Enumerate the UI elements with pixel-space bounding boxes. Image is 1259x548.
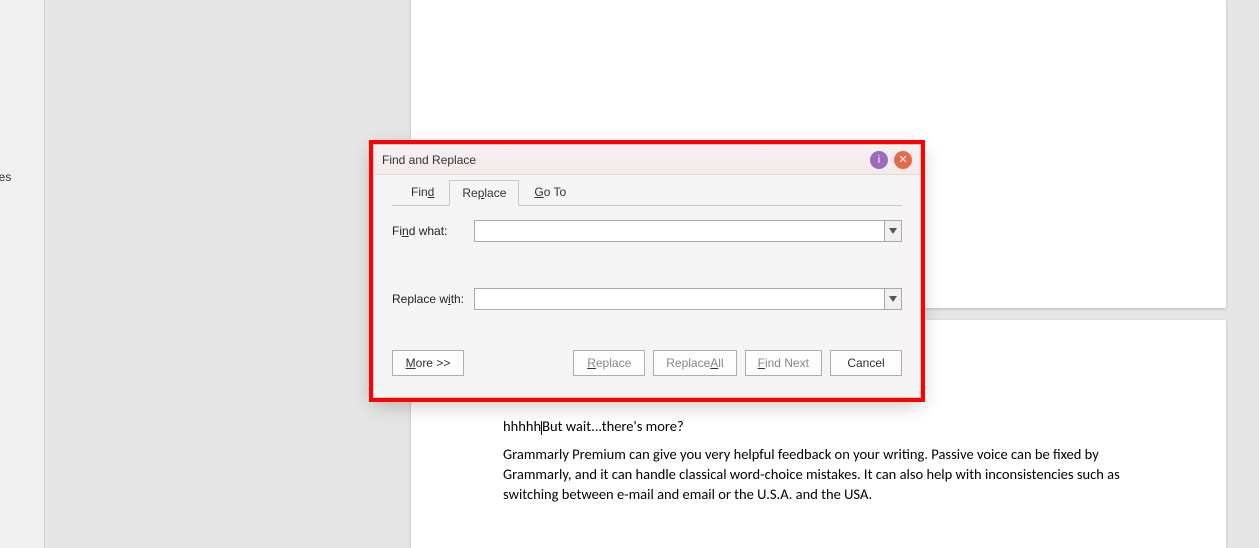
tab-find[interactable]: Find bbox=[398, 179, 447, 205]
btn-key: M bbox=[406, 356, 416, 370]
lbl-b: d what: bbox=[409, 224, 448, 238]
dialog-button-row: More >> Replace Replace All Find Next Ca… bbox=[392, 350, 902, 376]
tab-replace-text-b: lace bbox=[484, 186, 506, 200]
find-what-input[interactable] bbox=[474, 220, 884, 242]
btn-key: A bbox=[710, 356, 718, 370]
find-what-dropdown-button[interactable] bbox=[884, 220, 902, 242]
btn-txt: ind Next bbox=[765, 356, 809, 370]
btn-key: F bbox=[758, 356, 765, 370]
dialog-body: Find Replace Go To Find what: bbox=[374, 175, 920, 397]
tab-replace[interactable]: Replace bbox=[449, 180, 519, 206]
tab-goto-text: o To bbox=[544, 185, 566, 199]
replace-all-button[interactable]: Replace All bbox=[653, 350, 736, 376]
dialog-tabs: Find Replace Go To bbox=[398, 179, 902, 205]
replace-with-combo bbox=[474, 288, 902, 310]
doc-paragraph: Grammarly Premium can give you very help… bbox=[503, 444, 1133, 504]
lbl-a: Fi bbox=[392, 224, 402, 238]
chevron-down-icon bbox=[889, 296, 897, 302]
btn-txt: eplace bbox=[596, 356, 631, 370]
document-body-text[interactable]: hhhhhBut wait...there's more? Grammarly … bbox=[503, 416, 1133, 512]
dialog-title: Find and Replace bbox=[382, 153, 864, 167]
replace-button[interactable]: Replace bbox=[573, 350, 645, 376]
cancel-button[interactable]: Cancel bbox=[830, 350, 902, 376]
replace-with-row: Replace with: bbox=[392, 288, 902, 310]
replace-with-dropdown-button[interactable] bbox=[884, 288, 902, 310]
doc-text-fragment: But wait...there's more? bbox=[542, 417, 684, 435]
close-icon[interactable]: ✕ bbox=[894, 151, 912, 169]
lbl-key: n bbox=[402, 224, 409, 238]
replace-with-label: Replace with: bbox=[392, 292, 474, 306]
find-next-button[interactable]: Find Next bbox=[745, 350, 822, 376]
form-area: Find what: Replace with: bbox=[392, 205, 902, 376]
btn-txt-b: ll bbox=[718, 356, 723, 370]
tab-find-text: Fin bbox=[411, 185, 428, 199]
lbl-a: Replace w bbox=[392, 292, 448, 306]
find-what-label: Find what: bbox=[392, 224, 474, 238]
styles-pane-sliver: yles bbox=[0, 0, 45, 548]
tab-goto-key: G bbox=[534, 185, 543, 199]
btn-txt-a: Replace bbox=[666, 356, 710, 370]
find-what-combo bbox=[474, 220, 902, 242]
find-what-row: Find what: bbox=[392, 220, 902, 242]
btn-txt: ore >> bbox=[416, 356, 451, 370]
find-replace-dialog: Find and Replace i ✕ Find Replace Go To … bbox=[373, 144, 921, 398]
btn-key: R bbox=[587, 356, 596, 370]
btn-txt: Cancel bbox=[847, 356, 884, 370]
dialog-titlebar[interactable]: Find and Replace i ✕ bbox=[374, 145, 920, 175]
tab-replace-text-a: Re bbox=[462, 186, 477, 200]
tab-find-key: d bbox=[428, 185, 435, 199]
info-icon[interactable]: i bbox=[870, 151, 888, 169]
styles-label-fragment: yles bbox=[0, 170, 11, 184]
more-button[interactable]: More >> bbox=[392, 350, 464, 376]
doc-text-fragment: hhhhh bbox=[503, 417, 541, 435]
tab-goto[interactable]: Go To bbox=[521, 179, 579, 205]
lbl-b: th: bbox=[451, 292, 464, 306]
chevron-down-icon bbox=[889, 228, 897, 234]
replace-with-input[interactable] bbox=[474, 288, 884, 310]
